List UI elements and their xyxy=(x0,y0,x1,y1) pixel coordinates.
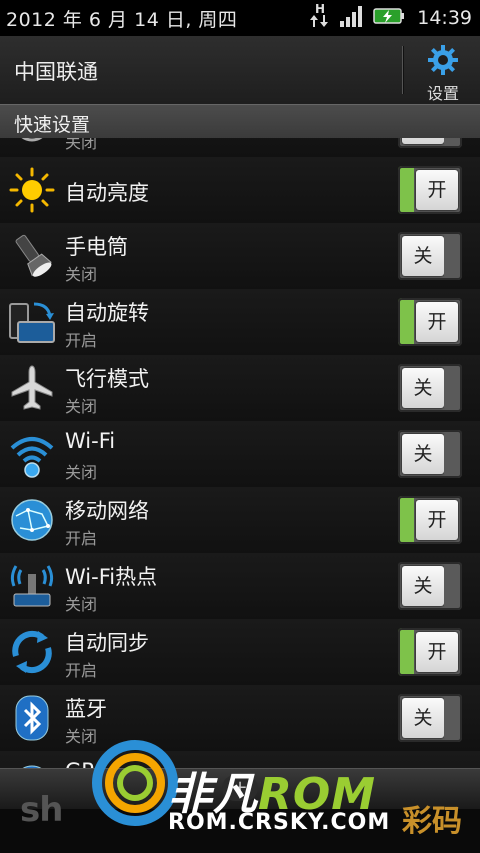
item-name: 移动网络 xyxy=(65,499,149,523)
item-state: 开启 xyxy=(65,529,98,548)
flashlight-icon xyxy=(8,232,56,280)
toggle-label: 开 xyxy=(416,302,458,342)
item-name: GP xyxy=(65,759,94,768)
bluetooth-icon xyxy=(8,694,56,742)
list-item-auto-rotate[interactable]: 自动旋转 开启 开 xyxy=(0,289,480,356)
toggle-switch[interactable]: 关 xyxy=(398,138,462,148)
list-item[interactable]: 关闭 关 xyxy=(0,138,480,158)
toggle-label: 关 xyxy=(402,138,444,144)
toggle-label: 关 xyxy=(402,434,444,474)
item-name: 飞行模式 xyxy=(65,367,149,391)
toggle-switch[interactable]: 关 xyxy=(398,364,462,412)
item-state: 关闭 xyxy=(65,463,98,482)
item-name: Wi-Fi热点 xyxy=(65,565,158,589)
watermark-left-text: sh xyxy=(20,790,63,830)
globe-icon xyxy=(8,496,56,544)
toggle-switch[interactable]: 开 xyxy=(398,298,462,346)
status-icons: H 14:39 xyxy=(309,0,472,36)
toggle-switch[interactable]: 关 xyxy=(398,694,462,742)
section-title: 快速设置 xyxy=(14,114,91,136)
item-state: 开启 xyxy=(65,661,98,680)
item-state: 关闭 xyxy=(65,265,98,284)
quick-settings-list[interactable]: 关闭 关 自动亮度 开 xyxy=(0,138,480,768)
list-item-wifi-hotspot[interactable]: Wi-Fi热点 关闭 关 xyxy=(0,553,480,620)
settings-label: 设置 xyxy=(426,84,459,103)
toggle-switch[interactable]: 开 xyxy=(398,628,462,676)
airplane-icon xyxy=(8,364,56,412)
battery-icon xyxy=(373,7,405,29)
data-activity-icon: H xyxy=(309,1,331,35)
item-name: 蓝牙 xyxy=(65,697,107,721)
list-item-bluetooth[interactable]: 蓝牙 关闭 关 xyxy=(0,685,480,752)
item-name: 自动亮度 xyxy=(65,181,149,205)
bottom-area: + sh 非凡ROM ROM.CRSKY.COM 彩码 xyxy=(0,740,480,853)
item-state: 关闭 xyxy=(65,397,98,416)
list-item-wifi[interactable]: Wi-Fi 关闭 关 xyxy=(0,421,480,488)
list-item-mobile-network[interactable]: 移动网络 开启 开 xyxy=(0,487,480,554)
brightness-icon xyxy=(8,166,56,214)
item-state: 关闭 xyxy=(65,138,98,152)
gear-icon xyxy=(428,45,458,75)
item-name: 手电筒 xyxy=(65,235,128,259)
network-type-label: H xyxy=(315,2,325,16)
partial-icon xyxy=(8,138,56,148)
toggle-label: 开 xyxy=(416,632,458,672)
item-state: 关闭 xyxy=(65,595,98,614)
signal-icon xyxy=(339,5,365,31)
carrier-name: 中国联通 xyxy=(14,60,98,84)
toggle-label: 开 xyxy=(416,500,458,540)
status-time: 14:39 xyxy=(417,7,472,29)
status-date: 2012 年 6 月 14 日, 周四 xyxy=(6,8,238,31)
quick-settings-header: 快速设置 xyxy=(0,104,480,139)
toggle-label: 开 xyxy=(416,170,458,210)
item-name: Wi-Fi xyxy=(65,429,116,453)
toggle-switch[interactable]: 关 xyxy=(398,562,462,610)
rotate-icon xyxy=(8,298,56,346)
wifi-icon xyxy=(8,430,56,478)
toggle-label: 关 xyxy=(402,368,444,408)
toggle-label: 关 xyxy=(402,236,444,276)
gps-icon xyxy=(8,760,56,768)
item-name: 自动旋转 xyxy=(65,301,149,325)
header-divider xyxy=(402,46,403,94)
toggle-label: 关 xyxy=(402,698,444,738)
list-item-auto-brightness[interactable]: 自动亮度 开 xyxy=(0,157,480,224)
toggle-label: 关 xyxy=(402,566,444,606)
notification-header: 中国联通 设置 xyxy=(0,36,480,105)
list-item-flashlight[interactable]: 手电筒 关闭 关 xyxy=(0,223,480,290)
watermark-url: ROM.CRSKY.COM xyxy=(168,810,391,835)
toggle-switch[interactable]: 开 xyxy=(398,496,462,544)
watermark-right-text: 彩码 xyxy=(402,804,462,839)
watermark-logo-icon xyxy=(92,740,178,826)
toggle-switch[interactable]: 关 xyxy=(398,430,462,478)
list-item-airplane-mode[interactable]: 飞行模式 关闭 关 xyxy=(0,355,480,422)
item-name: 自动同步 xyxy=(65,631,149,655)
toggle-switch[interactable]: 开 xyxy=(398,166,462,214)
sync-icon xyxy=(8,628,56,676)
hotspot-icon xyxy=(8,562,56,610)
toggle-switch[interactable]: 关 xyxy=(398,232,462,280)
list-item-auto-sync[interactable]: 自动同步 开启 开 xyxy=(0,619,480,686)
item-state: 开启 xyxy=(65,331,98,350)
status-bar: 2012 年 6 月 14 日, 周四 H 14:39 xyxy=(0,0,480,36)
settings-button[interactable]: 设置 xyxy=(412,42,474,103)
